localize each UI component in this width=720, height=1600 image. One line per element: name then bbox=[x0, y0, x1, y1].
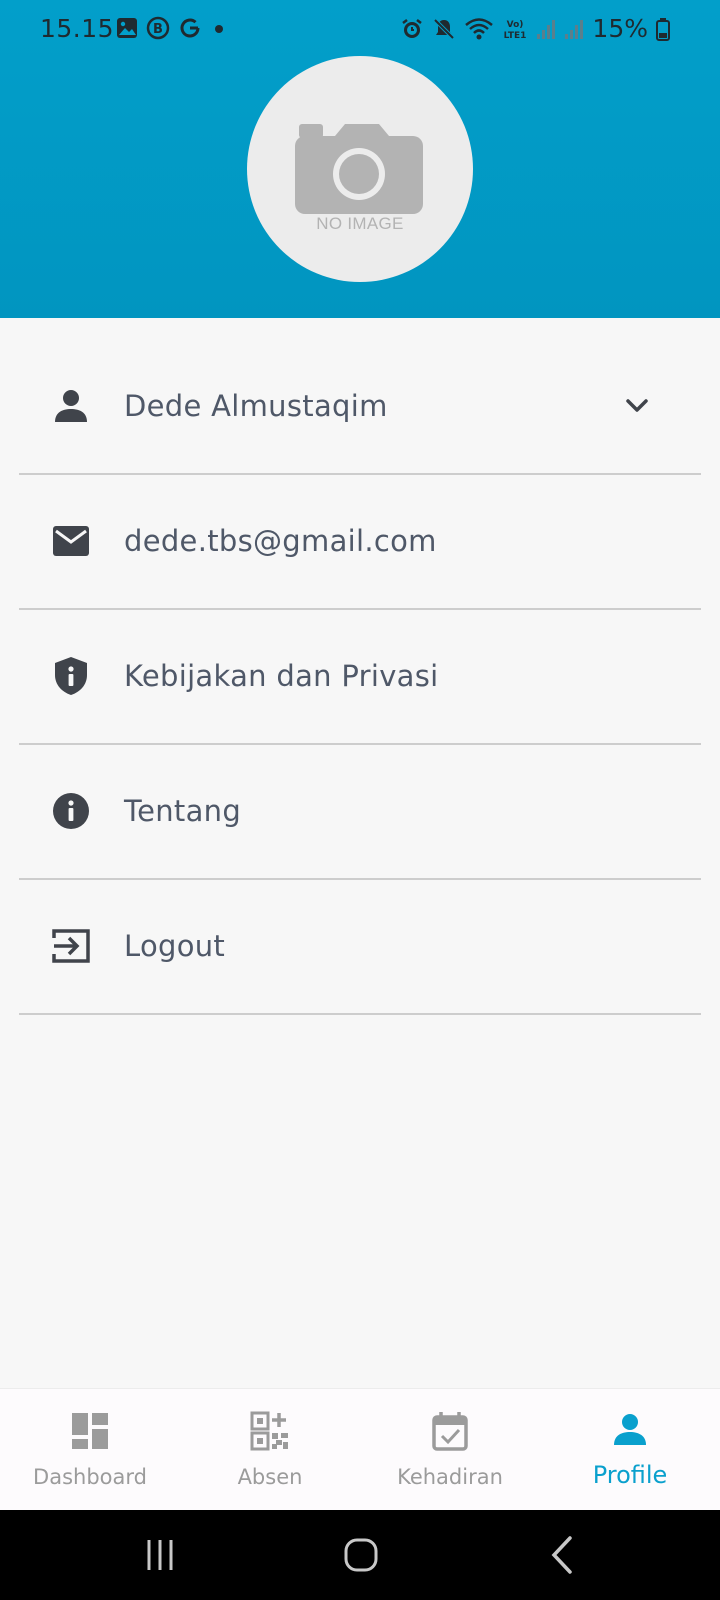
recent-apps-icon[interactable] bbox=[137, 1532, 183, 1578]
battery-icon bbox=[656, 17, 670, 41]
email-icon bbox=[53, 526, 89, 556]
avatar-placeholder-text: NO IMAGE bbox=[316, 214, 404, 233]
svg-text:Vo): Vo) bbox=[507, 20, 524, 30]
wifi-icon bbox=[465, 17, 494, 39]
battery-percent: 15% bbox=[592, 14, 648, 43]
avatar[interactable]: NO IMAGE bbox=[247, 56, 473, 282]
nav-label: Dashboard bbox=[33, 1465, 147, 1489]
home-icon[interactable] bbox=[338, 1532, 384, 1578]
menu-item-label: Logout bbox=[124, 929, 226, 963]
system-status-icons: Vo) LTE1 15% bbox=[400, 14, 670, 43]
menu-item-email[interactable]: dede.tbs@gmail.com bbox=[19, 475, 701, 610]
nav-dashboard[interactable]: Dashboard bbox=[0, 1389, 180, 1511]
dashboard-icon bbox=[72, 1413, 108, 1449]
qr-code-icon bbox=[250, 1411, 288, 1451]
svg-text:LTE1: LTE1 bbox=[504, 31, 527, 41]
bottom-nav: Dashboard Absen Kehadiran Profile bbox=[0, 1388, 720, 1510]
menu-item-label: Dede Almustaqim bbox=[124, 389, 388, 423]
status-time: 15.15 bbox=[40, 14, 115, 43]
menu-item-logout[interactable]: Logout bbox=[19, 880, 701, 1015]
logout-icon bbox=[52, 929, 90, 963]
chevron-down-icon[interactable] bbox=[623, 392, 651, 420]
calendar-check-icon bbox=[432, 1412, 468, 1451]
svg-text:B: B bbox=[153, 22, 163, 37]
signal-icon bbox=[537, 19, 556, 39]
notification-icons: B bbox=[116, 16, 228, 40]
system-nav-bar bbox=[0, 1510, 720, 1600]
g-app-icon bbox=[180, 18, 200, 38]
shield-info-icon bbox=[55, 657, 87, 695]
lte-icon: Vo)LTE1 bbox=[504, 20, 527, 41]
nav-kehadiran[interactable]: Kehadiran bbox=[360, 1389, 540, 1511]
b-badge-icon: B bbox=[146, 16, 170, 40]
mute-icon bbox=[434, 18, 455, 39]
camera-icon bbox=[295, 124, 423, 214]
menu-item-privacy-policy[interactable]: Kebijakan dan Privasi bbox=[19, 610, 701, 745]
nav-profile[interactable]: Profile bbox=[540, 1389, 720, 1511]
menu-item-name[interactable]: Dede Almustaqim bbox=[19, 340, 701, 475]
dot-icon bbox=[215, 25, 223, 33]
menu-item-about[interactable]: Tentang bbox=[19, 745, 701, 880]
nav-label: Profile bbox=[592, 1461, 668, 1489]
person-icon bbox=[55, 390, 87, 422]
back-icon[interactable] bbox=[540, 1532, 586, 1578]
alarm-icon bbox=[402, 18, 423, 38]
signal-icon bbox=[565, 19, 584, 39]
image-icon bbox=[117, 18, 137, 38]
profile-menu: Dede Almustaqim dede.tbs@gmail.com Kebij… bbox=[19, 340, 701, 1015]
menu-item-label: dede.tbs@gmail.com bbox=[124, 524, 437, 558]
person-icon bbox=[614, 1414, 646, 1445]
nav-label: Kehadiran bbox=[397, 1465, 503, 1489]
menu-item-label: Kebijakan dan Privasi bbox=[124, 659, 439, 693]
menu-item-label: Tentang bbox=[124, 794, 242, 828]
info-icon bbox=[53, 793, 89, 829]
nav-label: Absen bbox=[237, 1465, 303, 1489]
profile-header: 15.15 B Vo) LTE1 15% NO IMAGE bbox=[0, 0, 720, 318]
status-bar: 15.15 B Vo) LTE1 15% bbox=[0, 0, 720, 60]
nav-absen[interactable]: Absen bbox=[180, 1389, 360, 1511]
